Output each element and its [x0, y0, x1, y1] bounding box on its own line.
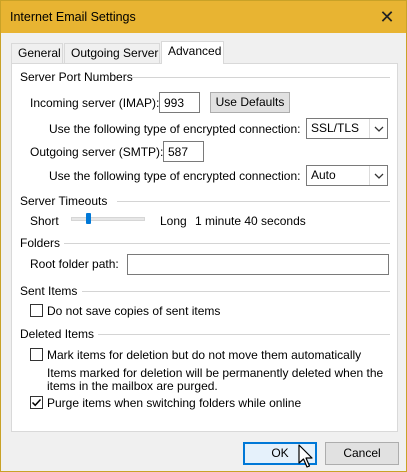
incoming-encryption-value: SSL/TLS: [311, 121, 360, 135]
mouse-pointer-icon: [298, 444, 313, 468]
cancel-button[interactable]: Cancel: [325, 442, 399, 465]
incoming-encryption-label: Use the following type of encrypted conn…: [49, 122, 301, 136]
chevron-down-icon: [369, 119, 387, 138]
mark-for-deletion-checkbox[interactable]: [30, 348, 43, 361]
sent-items-heading: Sent Items: [20, 284, 78, 298]
email-settings-dialog: Internet Email Settings ✕ General Outgoi…: [0, 0, 407, 472]
tab-general[interactable]: General: [11, 43, 63, 63]
advanced-panel: Server Port Numbers Incoming server (IMA…: [11, 63, 398, 432]
root-folder-label: Root folder path:: [30, 257, 119, 271]
deleted-items-heading: Deleted Items: [20, 327, 95, 341]
divider: [64, 243, 390, 244]
outgoing-encryption-label: Use the following type of encrypted conn…: [49, 169, 301, 183]
server-ports-heading: Server Port Numbers: [20, 70, 133, 84]
chevron-down-icon: [369, 166, 387, 185]
incoming-server-label: Incoming server (IMAP):: [30, 96, 160, 110]
incoming-port-input[interactable]: [159, 92, 200, 113]
window-title: Internet Email Settings: [10, 10, 136, 24]
outgoing-encryption-value: Auto: [311, 168, 336, 182]
no-sent-copies-checkbox[interactable]: [30, 304, 43, 317]
root-folder-input[interactable]: [127, 254, 389, 275]
outgoing-encryption-select[interactable]: Auto: [306, 165, 388, 186]
tab-advanced[interactable]: Advanced: [161, 41, 224, 64]
timeout-slider-track[interactable]: [71, 217, 145, 221]
purge-items-checkbox[interactable]: [30, 396, 43, 409]
folders-heading: Folders: [20, 236, 61, 250]
mark-for-deletion-label: Mark items for deletion but do not move …: [47, 348, 362, 362]
divider: [98, 334, 390, 335]
incoming-encryption-select[interactable]: SSL/TLS: [306, 118, 388, 139]
tab-outgoing-server-label: Outgoing Server: [71, 46, 159, 60]
divider: [117, 201, 390, 202]
purge-items-label: Purge items when switching folders while…: [47, 396, 302, 410]
title-bar[interactable]: Internet Email Settings ✕: [1, 1, 406, 33]
divider: [132, 77, 390, 78]
deletion-note-line1: Items marked for deletion will be perman…: [47, 366, 384, 380]
close-icon[interactable]: ✕: [368, 1, 406, 33]
server-timeouts-heading: Server Timeouts: [20, 194, 108, 208]
timeout-long-label: Long: [160, 214, 187, 228]
outgoing-server-label: Outgoing server (SMTP):: [30, 145, 164, 159]
timeout-value: 1 minute 40 seconds: [195, 214, 306, 228]
tab-advanced-label: Advanced: [168, 44, 222, 58]
tab-general-label: General: [18, 46, 61, 60]
no-sent-copies-label: Do not save copies of sent items: [47, 304, 221, 318]
use-defaults-button[interactable]: Use Defaults: [210, 92, 290, 113]
divider: [82, 291, 390, 292]
deletion-note-line2: items in the mailbox are purged.: [47, 379, 218, 393]
timeout-slider-thumb[interactable]: [85, 213, 91, 224]
timeout-short-label: Short: [30, 214, 59, 228]
outgoing-port-input[interactable]: [163, 141, 204, 162]
tab-outgoing-server[interactable]: Outgoing Server: [64, 43, 160, 63]
checkmark-icon: [31, 398, 42, 407]
